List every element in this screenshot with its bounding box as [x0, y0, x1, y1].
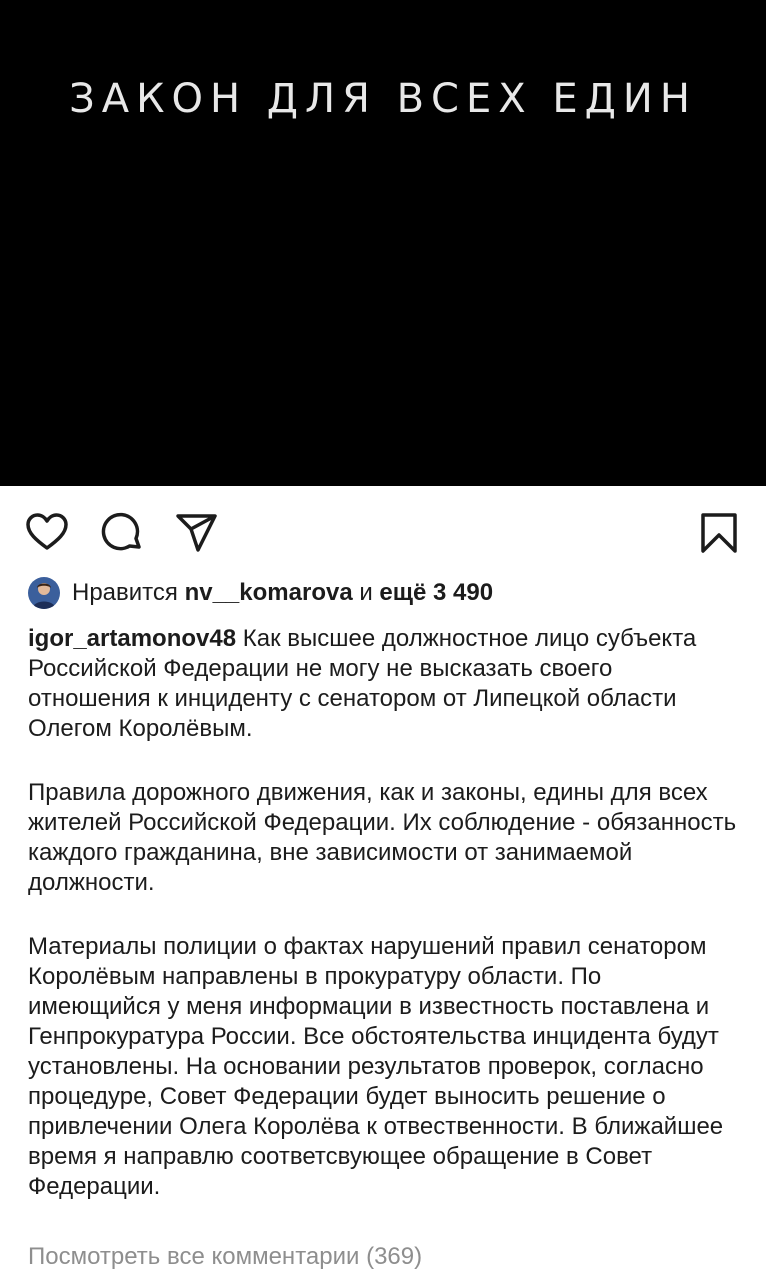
post-caption: igor_artamonov48 Как высшее должностное … — [28, 624, 740, 1236]
comment-icon — [101, 512, 141, 551]
save-button[interactable] — [696, 510, 742, 556]
comment-button[interactable] — [100, 510, 146, 556]
post-image-text: ЗАКОН ДЛЯ ВСЕХ ЕДИН — [69, 76, 697, 122]
heart-icon — [26, 513, 68, 550]
caption-paragraph-2: Правила дорожного движения, как и законы… — [28, 779, 737, 896]
caption-paragraph-3: Материалы полиции о фактах нарушений пра… — [28, 933, 724, 1200]
action-bar — [0, 486, 766, 576]
post-image[interactable]: ЗАКОН ДЛЯ ВСЕХ ЕДИН — [0, 0, 766, 486]
like-button[interactable] — [24, 510, 70, 556]
view-all-comments-link[interactable]: Посмотреть все комментарии (369) — [28, 1243, 422, 1271]
likes-summary[interactable]: Нравится nv__komarova и ещё 3 490 — [28, 576, 493, 610]
likes-prefix: Нравится — [72, 579, 178, 606]
send-icon — [176, 514, 217, 552]
share-button[interactable] — [174, 510, 220, 556]
likes-count[interactable]: ещё 3 490 — [379, 579, 493, 607]
likes-connector: и — [359, 579, 373, 606]
liker-username[interactable]: nv__komarova — [185, 579, 353, 607]
bookmark-icon — [701, 513, 737, 553]
avatar[interactable] — [28, 577, 60, 609]
author-username[interactable]: igor_artamonov48 — [28, 625, 236, 652]
caption-paragraph-1: igor_artamonov48 Как высшее должностное … — [28, 624, 740, 744]
